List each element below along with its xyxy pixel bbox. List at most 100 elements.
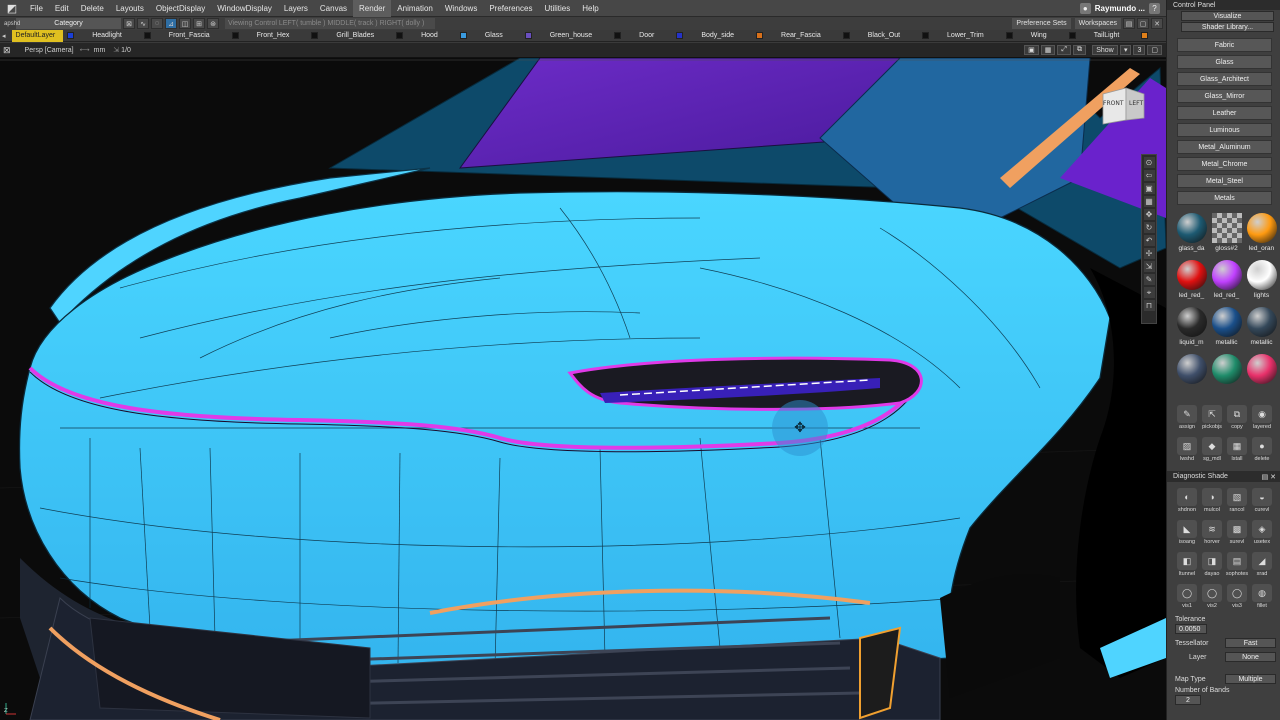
camera-view-icon[interactable]: ▣ <box>1143 183 1155 194</box>
lwshd-icon[interactable]: ▨ <box>1177 437 1197 455</box>
tool-vis1[interactable]: ◯ vis1 <box>1175 584 1199 612</box>
camera-icon[interactable]: ▣ <box>1024 45 1039 55</box>
expand-icon[interactable]: ⤢ <box>1057 45 1071 55</box>
map-type-dropdown[interactable]: Multiple <box>1225 674 1276 684</box>
3d-viewport[interactable]: ✥ z FRONT <box>0 58 1166 720</box>
menu-item-help[interactable]: Help <box>576 0 604 17</box>
tumble-icon[interactable]: ✥ <box>1143 209 1155 220</box>
shader-ball-icon[interactable] <box>1211 307 1242 337</box>
menu-item-windowdisplay[interactable]: WindowDisplay <box>211 0 278 17</box>
shader-ball-icon[interactable] <box>1246 213 1277 243</box>
viewport-close-icon[interactable]: ⊠ <box>3 45 11 56</box>
shader-category-metal-chrome[interactable]: Metal_Chrome <box>1177 157 1272 171</box>
shader-category-glass-architect[interactable]: Glass_Architect <box>1177 72 1272 86</box>
layer-color-swatch[interactable] <box>1005 32 1013 39</box>
tool-mulcol[interactable]: ◑ mulcol <box>1200 488 1224 516</box>
bookmark-icon[interactable]: ⊓ <box>1143 300 1155 311</box>
lstall-icon[interactable]: ▦ <box>1227 437 1247 455</box>
tool-vis3[interactable]: ◯ vis3 <box>1225 584 1249 612</box>
template-icon[interactable]: ◫ <box>179 18 191 29</box>
layer-front-hex[interactable]: Front_Hex <box>228 30 308 42</box>
tool-vis2[interactable]: ◯ vis2 <box>1200 584 1224 612</box>
dolly-icon[interactable]: ⇲ <box>1143 261 1155 272</box>
maximize-icon[interactable]: ▢ <box>1147 45 1162 55</box>
shader-swatch[interactable]: led_oran <box>1245 213 1278 258</box>
menu-item-layers[interactable]: Layers <box>278 0 314 17</box>
menu-item-delete[interactable]: Delete <box>75 0 110 17</box>
layer-color-swatch[interactable] <box>1068 32 1076 39</box>
preference-sets-button[interactable]: Preference Sets <box>1012 18 1071 29</box>
shader-swatch[interactable]: liquid_m <box>1175 307 1208 352</box>
page-number[interactable]: 3 <box>1133 45 1146 55</box>
xrad-icon[interactable]: ◢ <box>1252 552 1272 570</box>
layer-glass[interactable]: Glass <box>456 30 521 42</box>
grid-view-icon[interactable]: ▦ <box>1143 196 1155 207</box>
layer-color-swatch[interactable] <box>1141 32 1149 39</box>
layer-taillight[interactable]: TailLight <box>1065 30 1138 42</box>
shader-ball-icon[interactable] <box>1176 260 1207 290</box>
navcube-left-label[interactable]: LEFT <box>1129 100 1143 107</box>
layer-color-swatch[interactable] <box>231 32 239 39</box>
pick-mode-icon[interactable]: ⊿ <box>165 18 177 29</box>
vis2-icon[interactable]: ◯ <box>1202 584 1222 602</box>
tool-ltunnel[interactable]: ◧ ltunnel <box>1175 552 1199 580</box>
pen-icon[interactable]: ✎ <box>1143 274 1155 285</box>
workspace-options-icon[interactable]: ▤ <box>1123 18 1135 29</box>
shader-swatch[interactable]: led_red_ <box>1210 260 1243 305</box>
isoang-icon[interactable]: ◣ <box>1177 520 1197 538</box>
shader-swatch[interactable]: metallic <box>1210 307 1243 352</box>
shader-category-metal-steel[interactable]: Metal_Steel <box>1177 174 1272 188</box>
tool-fillet[interactable]: ◍ fillet <box>1250 584 1274 612</box>
ltunnel-icon[interactable]: ◧ <box>1177 552 1197 570</box>
look-at-icon[interactable]: ⌖ <box>1143 287 1155 298</box>
help-icon[interactable]: ? <box>1149 2 1160 14</box>
visualize-dropdown[interactable]: Visualize <box>1181 11 1274 21</box>
history-icon[interactable]: ⊛ <box>207 18 219 29</box>
tool-lwshd[interactable]: ▨ lwshd <box>1175 437 1199 465</box>
shader-category-metal-aluminum[interactable]: Metal_Aluminum <box>1177 140 1272 154</box>
shader-swatch[interactable]: led_red_ <box>1175 260 1208 305</box>
rancol-icon[interactable]: ▧ <box>1227 488 1247 506</box>
category-dropdown[interactable]: Category <box>16 18 121 29</box>
curve-snap-icon[interactable]: ∿ <box>137 18 149 29</box>
shader-swatch[interactable]: lights <box>1245 260 1278 305</box>
tool-assign[interactable]: ✎ assign <box>1175 405 1199 433</box>
layer-wing[interactable]: Wing <box>1002 30 1065 42</box>
tool-copy[interactable]: ⧉ copy <box>1225 405 1249 433</box>
section-options-icon[interactable]: ▤ ✕ <box>1262 473 1276 481</box>
tool-sg_mdl[interactable]: ◆ sg_mdl <box>1200 437 1224 465</box>
menu-item-layouts[interactable]: Layouts <box>110 0 150 17</box>
tool-rancol[interactable]: ▧ rancol <box>1225 488 1249 516</box>
tool-horver[interactable]: ≋ horver <box>1200 520 1224 548</box>
undo-view-icon[interactable]: ↶ <box>1143 235 1155 246</box>
layer-default[interactable]: DefaultLayer <box>11 29 64 42</box>
layer-color-swatch[interactable] <box>922 32 930 39</box>
shader-swatch[interactable] <box>1175 354 1208 399</box>
tolerance-field[interactable]: 0.0050 <box>1175 624 1207 634</box>
layered-icon[interactable]: ◉ <box>1252 405 1272 423</box>
viewport-menu-icon[interactable]: ▾ <box>1119 45 1132 55</box>
tool-delete[interactable]: ● delete <box>1250 437 1274 465</box>
tool-dayao[interactable]: ◨ dayao <box>1200 552 1224 580</box>
sg_mdl-icon[interactable]: ◆ <box>1202 437 1222 455</box>
usetex-icon[interactable]: ◈ <box>1252 520 1272 538</box>
delete-icon[interactable]: ● <box>1252 437 1272 455</box>
layer-lower-trim[interactable]: Lower_Trim <box>918 30 1002 42</box>
copy-icon[interactable]: ⧉ <box>1227 405 1247 423</box>
layer-color-swatch[interactable] <box>676 32 684 39</box>
point-snap-icon[interactable]: ◌ <box>151 18 163 29</box>
view-panels-icon[interactable]: ▦ <box>1040 45 1056 55</box>
shdnon-icon[interactable]: ◐ <box>1177 488 1197 506</box>
pickobjs-icon[interactable]: ⇱ <box>1202 405 1222 423</box>
shader-swatch[interactable]: metallic <box>1245 307 1278 352</box>
grid-snap-icon[interactable]: ⊠ <box>123 18 135 29</box>
shader-ball-icon[interactable] <box>1176 307 1207 337</box>
shader-ball-icon[interactable] <box>1211 260 1242 290</box>
layer-color-swatch[interactable] <box>396 32 404 39</box>
tool-isoang[interactable]: ◣ isoang <box>1175 520 1199 548</box>
mulcol-icon[interactable]: ◑ <box>1202 488 1222 506</box>
menu-item-windows[interactable]: Windows <box>439 0 483 17</box>
show-button[interactable]: Show <box>1091 45 1118 55</box>
window-icon[interactable]: ▢ <box>1137 18 1149 29</box>
dayao-icon[interactable]: ◨ <box>1202 552 1222 570</box>
